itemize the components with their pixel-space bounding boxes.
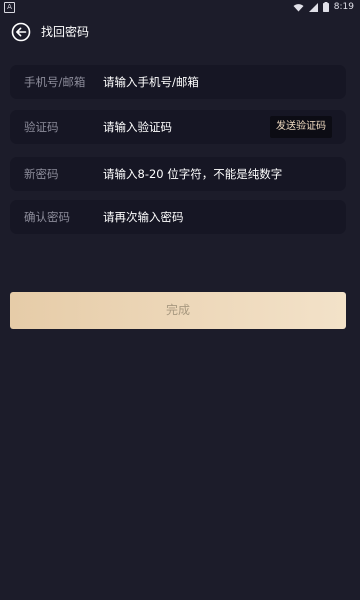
new-password-row: 新密码 请输入8-20 位字符，不能是纯数字 xyxy=(10,157,346,191)
send-code-button[interactable]: 发送验证码 xyxy=(270,116,332,138)
status-icons: 8:19 xyxy=(293,1,354,13)
new-password-input[interactable]: 请输入8-20 位字符，不能是纯数字 xyxy=(103,157,282,191)
verification-code-input[interactable]: 请输入验证码 xyxy=(103,110,172,144)
verification-code-row: 验证码 请输入验证码 发送验证码 xyxy=(10,110,346,144)
notification-icon: A xyxy=(4,2,15,13)
submit-button[interactable]: 完成 xyxy=(10,292,346,329)
phone-email-label: 手机号/邮箱 xyxy=(24,75,86,89)
phone-email-row: 手机号/邮箱 请输入手机号/邮箱 xyxy=(10,65,346,99)
header: 找回密码 xyxy=(0,18,360,48)
phone-email-input[interactable]: 请输入手机号/邮箱 xyxy=(103,65,199,99)
confirm-password-label: 确认密码 xyxy=(24,210,70,224)
verification-code-label: 验证码 xyxy=(24,120,59,134)
status-bar: A 8:19 xyxy=(0,0,360,14)
back-arrow-icon[interactable] xyxy=(11,22,31,42)
status-time: 8:19 xyxy=(333,2,354,12)
battery-icon xyxy=(322,2,329,12)
signal-icon xyxy=(308,2,318,12)
page-title: 找回密码 xyxy=(41,25,90,39)
confirm-password-row: 确认密码 请再次输入密码 xyxy=(10,200,346,234)
new-password-label: 新密码 xyxy=(24,167,59,181)
confirm-password-input[interactable]: 请再次输入密码 xyxy=(103,200,184,234)
wifi-icon xyxy=(293,3,304,11)
